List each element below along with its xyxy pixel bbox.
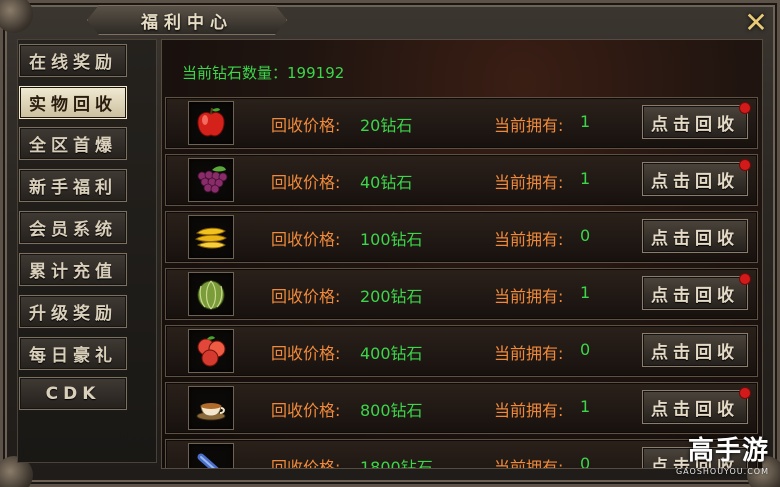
tab-server-first-drop[interactable]: 全区首爆 (19, 127, 127, 160)
notification-dot (739, 273, 751, 285)
apple-icon (197, 107, 225, 137)
price-label: 回收价格: (271, 173, 341, 192)
item-slot (188, 272, 234, 316)
scroll-item-icon (197, 453, 219, 468)
owned-label: 当前拥有: (494, 287, 564, 306)
grapes-icon (197, 166, 228, 194)
diamond-count-value: 199192 (287, 64, 345, 82)
title-plate: 福利中心 (87, 5, 287, 35)
recycle-row: 回收价格: 100钻石 当前拥有: 0 点击回收 (165, 211, 758, 263)
price-label: 回收价格: (271, 230, 341, 249)
price-value: 800钻石 (360, 401, 423, 420)
recycle-row: 回收价格: 800钻石 当前拥有: 1 点击回收 (165, 382, 758, 434)
tab-label: 升级奖励 (29, 304, 117, 324)
recycle-button[interactable]: 点击回收 (642, 159, 751, 196)
tab-label: 每日豪礼 (29, 346, 117, 366)
tab-cumulative-recharge[interactable]: 累计充值 (19, 253, 127, 286)
owned-label: 当前拥有: (494, 344, 564, 363)
owned-value: 0 (580, 226, 591, 245)
recycle-row: 回收价格: 200钻石 当前拥有: 1 点击回收 (165, 268, 758, 320)
tab-label: 全区首爆 (29, 136, 117, 156)
owned-label: 当前拥有: (494, 173, 564, 192)
recycle-button-label: 点击回收 (651, 342, 739, 363)
notification-dot (739, 159, 751, 171)
close-button[interactable]: ✕ (739, 5, 773, 39)
watermark-domain: GAOSHOUYOU.COM (675, 467, 769, 476)
tab-label: 实物回收 (29, 95, 117, 115)
owned-value: 1 (580, 397, 591, 416)
recycle-row: 回收价格: 40钻石 当前拥有: 1 点击回收 (165, 154, 758, 206)
tab-item-recycle[interactable]: 实物回收 (19, 86, 127, 119)
tab-member-system[interactable]: 会员系统 (19, 211, 127, 244)
item-slot (188, 443, 234, 468)
recycle-button[interactable]: 点击回收 (642, 219, 748, 253)
tab-daily-gift[interactable]: 每日豪礼 (19, 337, 127, 370)
recycle-button-label: 点击回收 (651, 285, 739, 306)
recycle-panel: 当前钻石数量：199192 回收价格: 20钻石 当前拥有: 1 点击回收 回收… (161, 39, 763, 469)
banana-icon (194, 227, 227, 249)
tab-label: 累计充值 (29, 262, 117, 282)
notification-dot (739, 102, 751, 114)
welfare-center-window: 福利中心 ✕ 在线奖励 实物回收 全区首爆 新手福利 会员系统 累计充值 升级奖… (0, 0, 780, 487)
owned-label: 当前拥有: (494, 230, 564, 249)
recycle-button-label: 点击回收 (651, 171, 739, 192)
owned-value: 1 (580, 283, 591, 302)
recycle-row: 回收价格: 400钻石 当前拥有: 0 点击回收 (165, 325, 758, 377)
watermark: 高手游 GAOSHOUYOU.COM (639, 430, 769, 476)
frame-corner-ornament (0, 0, 33, 33)
close-icon: ✕ (744, 5, 768, 39)
window-title: 福利中心 (141, 12, 233, 33)
price-value: 200钻石 (360, 287, 423, 306)
price-label: 回收价格: (271, 116, 341, 135)
owned-label: 当前拥有: (494, 116, 564, 135)
owned-label: 当前拥有: (494, 458, 564, 469)
tab-level-reward[interactable]: 升级奖励 (19, 295, 127, 328)
recycle-button-label: 点击回收 (651, 399, 739, 420)
owned-value: 0 (580, 454, 591, 469)
tab-label: 新手福利 (29, 178, 117, 198)
price-value: 1800钻石 (360, 458, 433, 469)
diamond-count-label: 当前钻石数量： (182, 64, 288, 82)
owned-value: 1 (580, 112, 591, 131)
recycle-button-label: 点击回收 (651, 114, 739, 135)
item-slot (188, 386, 234, 430)
notification-dot (739, 387, 751, 399)
peaches-icon (197, 336, 226, 367)
price-value: 400钻石 (360, 344, 423, 363)
tea-cup-icon (196, 403, 226, 421)
price-label: 回收价格: (271, 458, 341, 469)
tab-label: CDK (45, 383, 101, 404)
owned-value: 1 (580, 169, 591, 188)
price-value: 100钻石 (360, 230, 423, 249)
watermark-logo: 高手游 (687, 436, 769, 466)
price-label: 回收价格: (271, 401, 341, 420)
recycle-button-label: 点击回收 (651, 228, 739, 249)
item-slot (188, 158, 234, 202)
recycle-button[interactable]: 点击回收 (642, 333, 748, 367)
tab-online-reward[interactable]: 在线奖励 (19, 44, 127, 77)
item-slot (188, 101, 234, 145)
item-slot (188, 329, 234, 373)
melon-icon (197, 280, 225, 310)
price-value: 40钻石 (360, 173, 413, 192)
diamond-count: 当前钻石数量：199192 (182, 62, 344, 83)
tab-cdk[interactable]: CDK (19, 377, 127, 410)
tab-label: 在线奖励 (29, 53, 117, 73)
price-label: 回收价格: (271, 344, 341, 363)
tab-newbie-welfare[interactable]: 新手福利 (19, 169, 127, 202)
owned-value: 0 (580, 340, 591, 359)
recycle-button[interactable]: 点击回收 (642, 102, 751, 139)
recycle-row: 回收价格: 20钻石 当前拥有: 1 点击回收 (165, 97, 758, 149)
tab-label: 会员系统 (29, 220, 117, 240)
item-slot (188, 215, 234, 259)
owned-label: 当前拥有: (494, 401, 564, 420)
price-value: 20钻石 (360, 116, 413, 135)
recycle-button[interactable]: 点击回收 (642, 273, 751, 310)
price-label: 回收价格: (271, 287, 341, 306)
recycle-button[interactable]: 点击回收 (642, 387, 751, 424)
